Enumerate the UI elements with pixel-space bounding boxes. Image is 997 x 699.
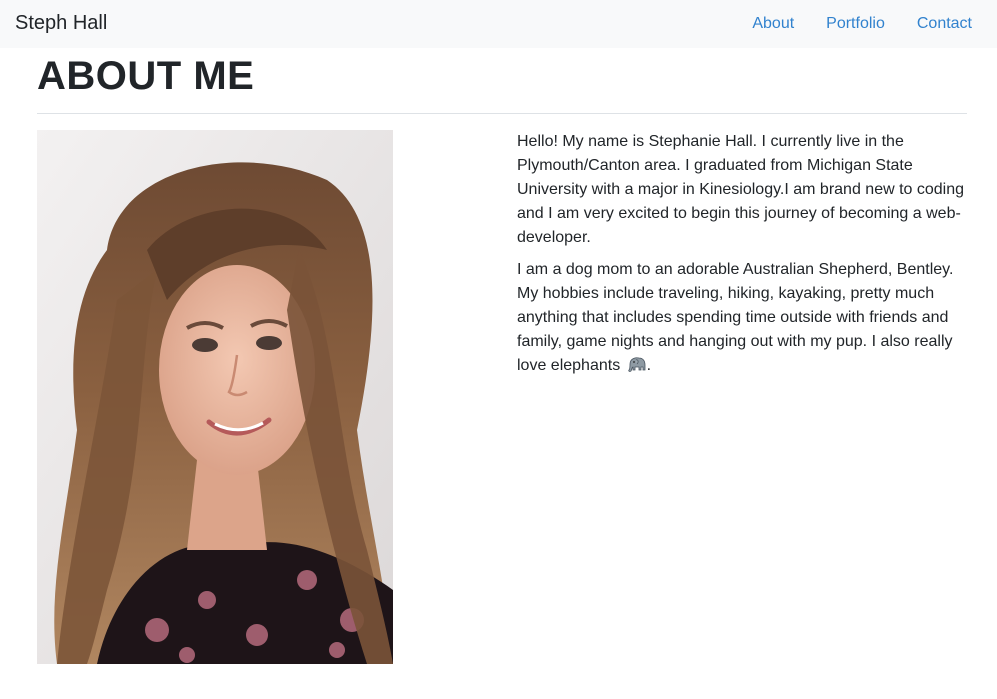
bio-paragraph-2-end: . [646, 357, 652, 374]
nav-links: About Portfolio Contact [736, 0, 997, 48]
nav-link-about[interactable]: About [736, 12, 810, 36]
title-divider [37, 113, 967, 114]
page-title: ABOUT ME [37, 54, 255, 98]
navbar: Steph Hall About Portfolio Contact [0, 0, 997, 48]
profile-photo [37, 130, 393, 664]
nav-link-contact[interactable]: Contact [901, 12, 997, 36]
brand-link[interactable]: Steph Hall [15, 11, 107, 35]
nav-link-portfolio[interactable]: Portfolio [810, 12, 901, 36]
elephant-icon [627, 355, 647, 373]
bio-paragraph-2: I am a dog mom to an adorable Australian… [517, 258, 969, 378]
bio-paragraph-2-text: I am a dog mom to an adorable Australian… [517, 261, 954, 374]
bio-paragraph-1: Hello! My name is Stephanie Hall. I curr… [517, 133, 965, 246]
bio-section: Hello! My name is Stephanie Hall. I curr… [517, 130, 969, 386]
